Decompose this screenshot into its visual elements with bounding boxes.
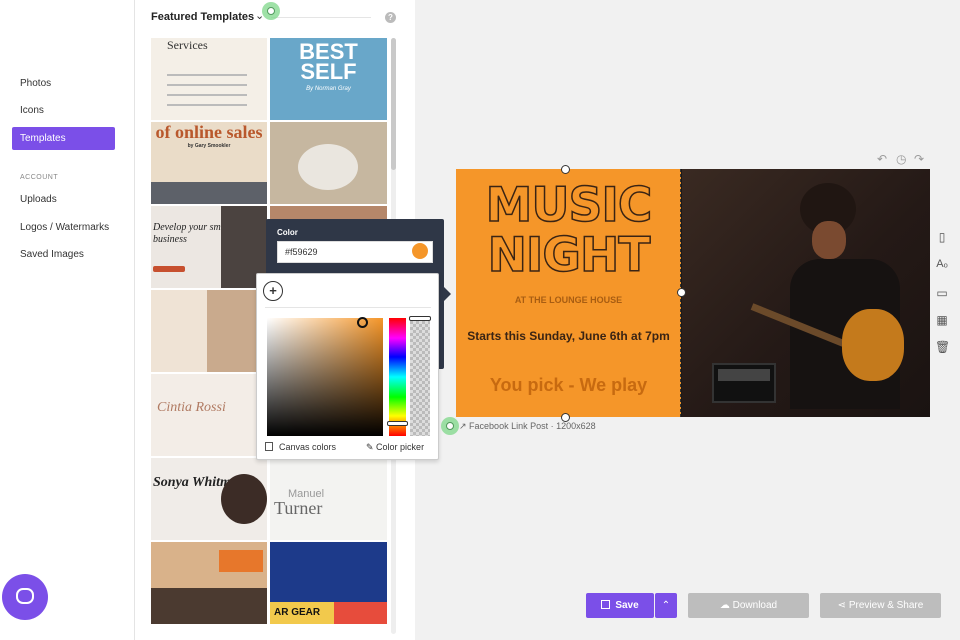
divider — [271, 17, 371, 18]
color-picker-button[interactable]: ✎ Color picker — [366, 442, 424, 453]
design-text-panel[interactable]: MUSIC NIGHT AT THE LOUNGE HOUSE Starts t… — [456, 169, 681, 417]
left-nav: Photos Icons Templates ACCOUNT Uploads L… — [0, 0, 135, 640]
download-label: Download — [732, 600, 778, 611]
canvas-colors-button[interactable]: Canvas colors — [265, 442, 336, 452]
save-options-button[interactable]: ⌃ — [655, 593, 677, 618]
template-tile-small-business[interactable]: Develop your small business — [151, 206, 267, 288]
color-picker-label: Color picker — [376, 442, 425, 452]
template-tile-cintia-rossi[interactable]: Cintia Rossi — [151, 374, 267, 456]
tile-accent-block — [219, 550, 263, 572]
eyedropper-icon: ✎ — [366, 442, 377, 452]
save-label: Save — [615, 600, 639, 611]
canvas-colors-label: Canvas colors — [279, 442, 337, 452]
canvas-size-label[interactable]: ↗ Facebook Link Post · 1200x628 — [459, 421, 596, 432]
tile-best-title: BEST SELF — [299, 39, 358, 84]
tile-online-title: of online sales — [155, 122, 263, 142]
alpha-slider[interactable] — [410, 318, 430, 436]
tile-button-shape — [153, 266, 185, 272]
help-icon[interactable]: ? — [385, 12, 396, 23]
color-label: Color — [277, 228, 298, 237]
amplifier-shape — [712, 363, 776, 403]
nav-item-uploads[interactable]: Uploads — [12, 188, 115, 211]
divider — [265, 307, 431, 308]
tile-cintia-name: Cintia Rossi — [157, 400, 226, 415]
nav-item-templates[interactable]: Templates — [12, 127, 115, 150]
hex-color-input[interactable]: #f59629 — [277, 241, 433, 263]
share-label: Preview & Share — [848, 600, 924, 611]
tile-line — [167, 74, 247, 76]
color-swatch[interactable] — [412, 243, 428, 259]
nav-item-logos-watermarks[interactable]: Logos / Watermarks — [12, 216, 115, 239]
nav-section-account: ACCOUNT — [20, 174, 59, 181]
template-tile-sonya-whitman[interactable]: Sonya Whitman — [151, 458, 267, 540]
design-tagline[interactable]: You pick - We play — [456, 375, 681, 396]
tile-line — [167, 94, 247, 96]
download-button[interactable]: ☁ Download — [688, 593, 809, 618]
redo-icon[interactable]: ↷ — [914, 152, 924, 166]
add-color-button[interactable]: + — [263, 281, 283, 301]
template-tile-menu[interactable]: Services — [151, 38, 267, 120]
design-canvas[interactable]: MUSIC NIGHT AT THE LOUNGE HOUSE Starts t… — [456, 169, 930, 417]
alpha-handle[interactable] — [409, 316, 431, 321]
tile-argear-sub — [334, 602, 387, 624]
templates-title[interactable]: Featured Templates — [151, 11, 254, 23]
trash-icon[interactable]: 🗑 — [935, 340, 950, 354]
template-tile-ar-gear[interactable]: AR GEAR — [270, 542, 387, 624]
template-tile-laptop[interactable] — [270, 122, 387, 204]
chat-support-button[interactable] — [2, 574, 48, 620]
design-date[interactable]: Starts this Sunday, June 6th at 7pm — [456, 329, 681, 343]
text-style-icon[interactable]: Aₒ — [935, 258, 949, 270]
template-tile-og-gamer[interactable] — [151, 542, 267, 624]
template-tile-online-sales[interactable]: of online sales by Gary Smookler — [151, 122, 267, 204]
popover-arrow — [444, 287, 451, 301]
template-tile-beige[interactable] — [151, 290, 267, 372]
saturation-value-area[interactable] — [267, 318, 383, 436]
design-subtitle[interactable]: AT THE LOUNGE HOUSE — [456, 295, 681, 305]
design-title[interactable]: MUSIC NIGHT — [456, 180, 681, 282]
hue-slider[interactable] — [389, 318, 406, 436]
cloud-download-icon: ☁ — [719, 600, 733, 611]
tile-best-byline: By Norman Gray — [306, 86, 351, 92]
tile-online-byline: by Gary Smookler — [187, 143, 231, 149]
undo-icon[interactable]: ↶ — [877, 152, 887, 166]
nav-item-icons[interactable]: Icons — [12, 99, 115, 122]
grid-icon[interactable]: ▦ — [935, 313, 949, 327]
avatar — [221, 474, 267, 524]
tile-turner-last: Turner — [274, 498, 323, 518]
canvas-size-text: Facebook Link Post · 1200x628 — [469, 421, 596, 431]
person-face — [812, 221, 846, 259]
history-icon[interactable]: ◷ — [896, 152, 906, 166]
share-icon: ⋖ — [837, 600, 849, 611]
cursor-indicator — [441, 417, 459, 435]
tile-argear-title: AR GEAR — [270, 602, 334, 624]
nav-item-photos[interactable]: Photos — [12, 72, 115, 95]
amp-grill — [718, 369, 770, 381]
tile-photo — [151, 588, 267, 624]
save-button[interactable]: Save — [586, 593, 654, 618]
hue-handle[interactable] — [387, 421, 408, 426]
resize-handle-top[interactable] — [561, 165, 570, 174]
preview-share-button[interactable]: ⋖ Preview & Share — [820, 593, 941, 618]
template-tile-manuel-turner[interactable]: Manuel Turner — [270, 458, 387, 540]
tile-photo — [151, 182, 267, 204]
guitar-body — [842, 309, 904, 381]
template-tile-best-self[interactable]: BEST SELF By Norman Gray — [270, 38, 387, 120]
frame-icon[interactable]: ▭ — [935, 286, 949, 300]
tile-menu-heading: Services — [167, 38, 208, 52]
save-icon — [601, 600, 611, 609]
tile-line — [167, 84, 247, 86]
cursor-indicator — [262, 2, 280, 20]
page-icon[interactable]: ▯ — [935, 230, 949, 244]
saturation-handle[interactable] — [357, 317, 368, 328]
tile-photo — [298, 144, 358, 190]
templates-scroll-thumb[interactable] — [391, 38, 396, 170]
design-photo[interactable] — [682, 169, 930, 417]
resize-handle-right[interactable] — [677, 288, 686, 297]
nav-item-saved-images[interactable]: Saved Images — [12, 243, 115, 266]
tile-line — [167, 104, 247, 106]
page-icon — [265, 442, 273, 451]
